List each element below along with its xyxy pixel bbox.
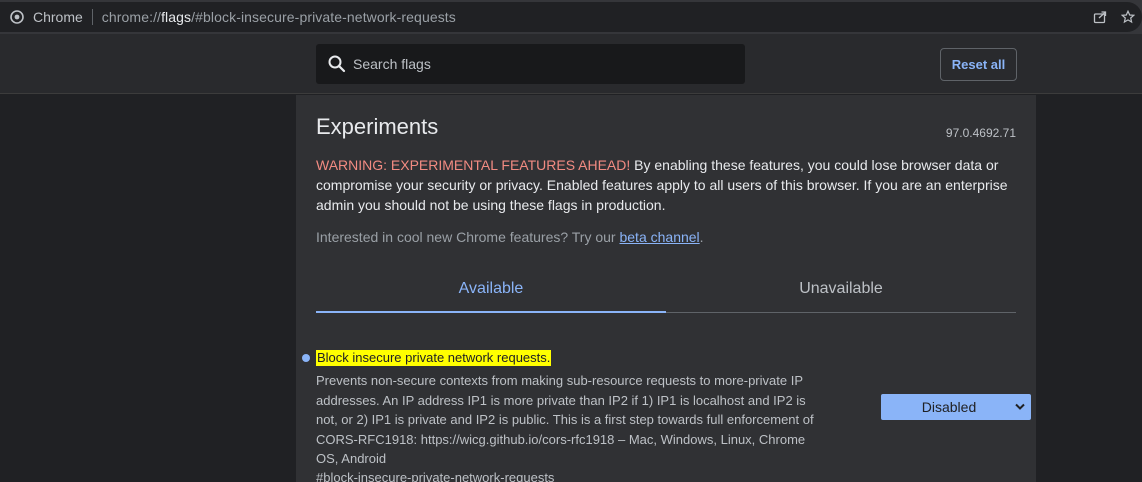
share-icon[interactable] — [1086, 2, 1114, 32]
warning-heading: WARNING: EXPERIMENTAL FEATURES AHEAD! — [316, 157, 631, 173]
version-label: 97.0.4692.71 — [945, 126, 1016, 140]
flag-title: Block insecure private network requests. — [316, 350, 552, 366]
flag-description: Prevents non-secure contexts from making… — [316, 373, 814, 466]
omnibox-divider — [91, 9, 93, 25]
url-host: flags — [161, 9, 192, 25]
tab-available[interactable]: Available — [316, 265, 666, 313]
flag-state-select[interactable]: Disabled — [881, 394, 1031, 420]
beta-promo-text: Interested in cool new Chrome features? … — [316, 229, 620, 245]
flag-anchor-link[interactable]: #block-insecure-private-network-requests — [316, 470, 554, 482]
omnibox[interactable]: Chrome chrome://flags/#block-insecure-pr… — [0, 2, 1142, 32]
modified-indicator-icon — [302, 354, 310, 362]
flag-state-value: Disabled — [921, 399, 977, 415]
flags-header: Reset all — [0, 34, 1142, 94]
flag-entry: Block insecure private network requests.… — [302, 349, 1031, 482]
bookmark-star-icon[interactable] — [1114, 2, 1142, 32]
chrome-icon — [10, 10, 24, 24]
site-name: Chrome — [33, 9, 83, 25]
experiments-panel: Experiments 97.0.4692.71 WARNING: EXPERI… — [296, 95, 1036, 482]
search-icon — [327, 54, 347, 74]
tab-bar: Available Unavailable — [316, 265, 1016, 313]
url-path: /#block-insecure-private-network-request… — [191, 9, 456, 25]
chevron-down-icon — [1009, 394, 1031, 420]
page-title: Experiments — [316, 114, 439, 139]
url-text[interactable]: chrome://flags/#block-insecure-private-n… — [102, 9, 456, 25]
browser-toolbar: Chrome chrome://flags/#block-insecure-pr… — [0, 0, 1142, 34]
search-box[interactable] — [316, 44, 745, 84]
beta-channel-link[interactable]: beta channel — [619, 229, 699, 245]
url-scheme: chrome:// — [101, 9, 162, 25]
search-input[interactable] — [353, 56, 733, 72]
beta-promo-end: . — [699, 229, 704, 245]
beta-promo: Interested in cool new Chrome features? … — [316, 229, 704, 245]
reset-all-button[interactable]: Reset all — [940, 48, 1017, 81]
warning-text: WARNING: EXPERIMENTAL FEATURES AHEAD! By… — [316, 155, 1016, 215]
tab-unavailable[interactable]: Unavailable — [666, 265, 1016, 312]
